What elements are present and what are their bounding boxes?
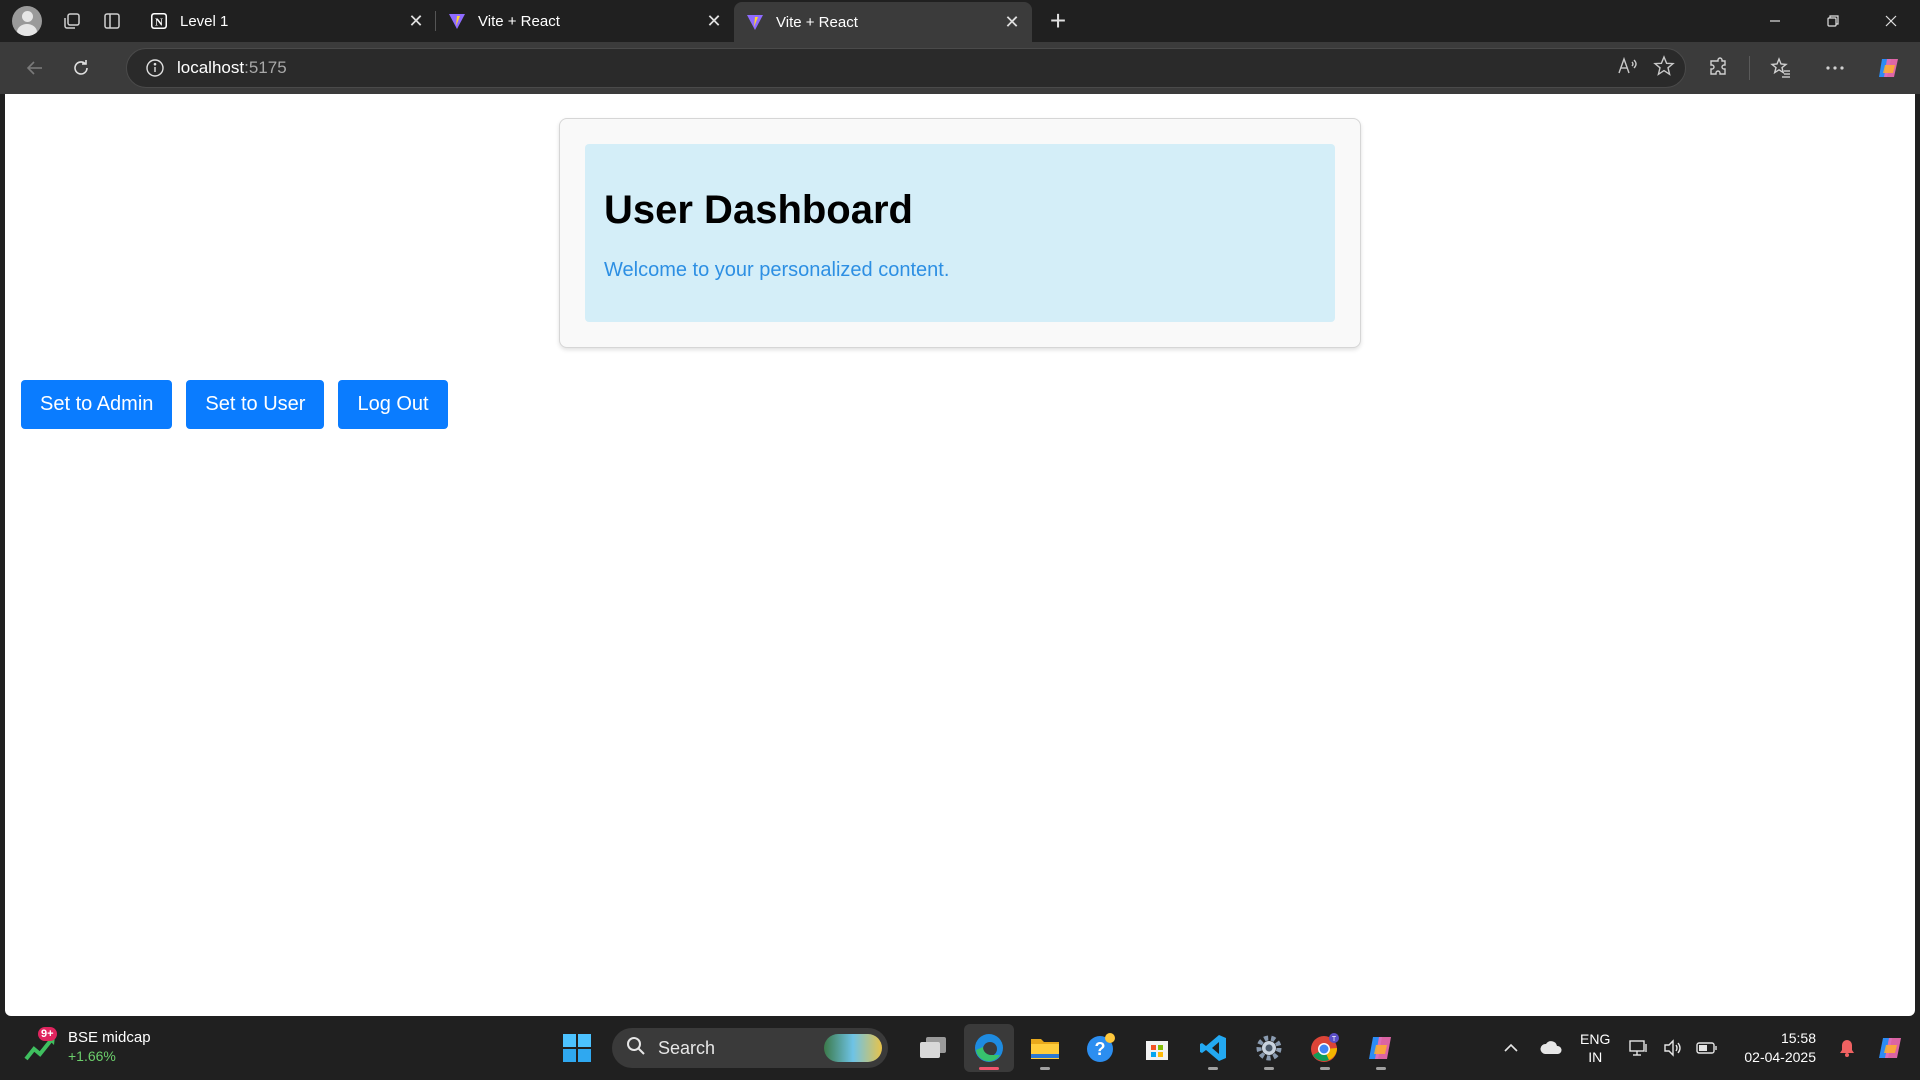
running-indicator bbox=[1320, 1067, 1330, 1070]
active-indicator bbox=[979, 1067, 999, 1070]
system-clock[interactable]: 15:58 02-04-2025 bbox=[1744, 1029, 1816, 1067]
workspaces-icon[interactable] bbox=[52, 1, 92, 41]
onedrive-cloud-icon[interactable] bbox=[1534, 1041, 1568, 1055]
network-icon[interactable] bbox=[1622, 1038, 1656, 1058]
search-label: Search bbox=[658, 1037, 716, 1058]
copilot-icon[interactable] bbox=[1862, 48, 1916, 88]
vite-icon bbox=[448, 12, 466, 30]
close-tab-icon[interactable]: ✕ bbox=[704, 11, 724, 31]
browser-tab-bar: N Level 1 ✕ Vite + React ✕ Vite + React … bbox=[0, 0, 1920, 42]
log-out-button[interactable]: Log Out bbox=[338, 380, 448, 429]
tab-vite-react[interactable]: Vite + React ✕ bbox=[436, 0, 734, 42]
region-code: IN bbox=[1588, 1049, 1603, 1065]
url-port: :5175 bbox=[244, 58, 287, 77]
widget-title: BSE midcap bbox=[68, 1029, 151, 1046]
running-indicator bbox=[1208, 1067, 1218, 1070]
user-dashboard-panel: User Dashboard Welcome to your personali… bbox=[585, 144, 1335, 322]
chrome-icon[interactable]: T bbox=[1300, 1024, 1350, 1072]
tab-vite-react-active[interactable]: Vite + React ✕ bbox=[734, 2, 1032, 42]
widget-change: +1.66% bbox=[68, 1048, 116, 1064]
search-icon bbox=[626, 1036, 646, 1061]
browser-toolbar: localhost:5175 bbox=[0, 42, 1920, 94]
vertical-tabs-icon[interactable] bbox=[92, 1, 132, 41]
close-tab-icon[interactable]: ✕ bbox=[1002, 12, 1022, 32]
close-window-button[interactable] bbox=[1862, 0, 1920, 42]
notion-icon: N bbox=[150, 12, 168, 30]
language-code: ENG bbox=[1580, 1031, 1611, 1047]
system-tray: ENG IN 15:58 02-04-2025 bbox=[1494, 1016, 1920, 1080]
running-indicator bbox=[1376, 1067, 1386, 1070]
running-indicator bbox=[1264, 1067, 1274, 1070]
clock-time: 15:58 bbox=[1780, 1030, 1816, 1046]
extensions-icon[interactable] bbox=[1691, 48, 1745, 88]
battery-icon[interactable] bbox=[1690, 1041, 1724, 1055]
welcome-message: Welcome to your personalized content. bbox=[604, 259, 950, 281]
vite-icon bbox=[746, 13, 764, 31]
language-indicator[interactable]: ENG IN bbox=[1580, 1030, 1610, 1066]
search-highlight-image bbox=[824, 1034, 882, 1062]
start-button[interactable] bbox=[552, 1024, 602, 1072]
web-page: User Dashboard Welcome to your personali… bbox=[5, 94, 1915, 1016]
clock-date: 02-04-2025 bbox=[1744, 1049, 1816, 1065]
role-button-group: Set to Admin Set to User Log Out bbox=[21, 380, 448, 429]
set-to-user-button[interactable]: Set to User bbox=[186, 380, 325, 429]
running-indicator bbox=[1040, 1067, 1050, 1070]
tab-title: Vite + React bbox=[776, 13, 858, 31]
page-title: User Dashboard bbox=[604, 188, 913, 232]
copilot-app-icon[interactable] bbox=[1356, 1024, 1406, 1072]
notification-badge: 9+ bbox=[38, 1027, 57, 1041]
tab-title: Vite + React bbox=[478, 12, 560, 30]
minimize-button[interactable] bbox=[1746, 0, 1804, 42]
svg-text:N: N bbox=[155, 17, 163, 29]
stock-chart-icon: 9+ bbox=[24, 1027, 60, 1065]
new-tab-button[interactable]: + bbox=[1038, 1, 1078, 41]
dashboard-card: User Dashboard Welcome to your personali… bbox=[559, 118, 1361, 348]
vscode-icon[interactable] bbox=[1188, 1024, 1238, 1072]
task-view-icon[interactable] bbox=[908, 1024, 958, 1072]
close-tab-icon[interactable]: ✕ bbox=[406, 11, 426, 31]
address-bar[interactable]: localhost:5175 bbox=[126, 48, 1686, 88]
svg-text:?: ? bbox=[1095, 1039, 1106, 1059]
edge-browser-icon[interactable] bbox=[964, 1024, 1014, 1072]
url-text: localhost:5175 bbox=[177, 58, 287, 78]
favorite-star-icon[interactable] bbox=[1653, 54, 1675, 82]
site-info-icon[interactable] bbox=[133, 58, 177, 78]
profile-avatar[interactable] bbox=[12, 6, 42, 36]
toolbar-divider bbox=[1749, 56, 1750, 80]
tab-title: Level 1 bbox=[180, 12, 229, 30]
back-button[interactable] bbox=[12, 48, 58, 88]
notification-bell-icon[interactable] bbox=[1830, 1038, 1864, 1058]
restore-button[interactable] bbox=[1804, 0, 1862, 42]
set-to-admin-button[interactable]: Set to Admin bbox=[21, 380, 173, 429]
svg-text:T: T bbox=[1332, 1036, 1337, 1043]
favorites-icon[interactable] bbox=[1754, 48, 1808, 88]
chevron-up-icon[interactable] bbox=[1494, 1043, 1528, 1053]
file-explorer-icon[interactable] bbox=[1020, 1024, 1070, 1072]
more-options-icon[interactable] bbox=[1808, 48, 1862, 88]
market-widget[interactable]: 9+ BSE midcap +1.66% bbox=[24, 1027, 151, 1066]
volume-icon[interactable] bbox=[1656, 1039, 1690, 1057]
settings-gear-icon[interactable] bbox=[1244, 1024, 1294, 1072]
refresh-button[interactable] bbox=[58, 48, 104, 88]
read-aloud-icon[interactable] bbox=[1617, 56, 1639, 81]
microsoft-store-icon[interactable] bbox=[1132, 1024, 1182, 1072]
taskbar-search[interactable]: Search bbox=[612, 1028, 888, 1068]
tab-level-1[interactable]: N Level 1 ✕ bbox=[138, 0, 436, 42]
help-app-icon[interactable]: ? bbox=[1076, 1024, 1126, 1072]
windows-taskbar: 9+ BSE midcap +1.66% Search ? T ENG IN 1… bbox=[0, 1016, 1920, 1080]
url-host: localhost bbox=[177, 58, 245, 77]
copilot-tray-icon[interactable] bbox=[1874, 1034, 1908, 1062]
